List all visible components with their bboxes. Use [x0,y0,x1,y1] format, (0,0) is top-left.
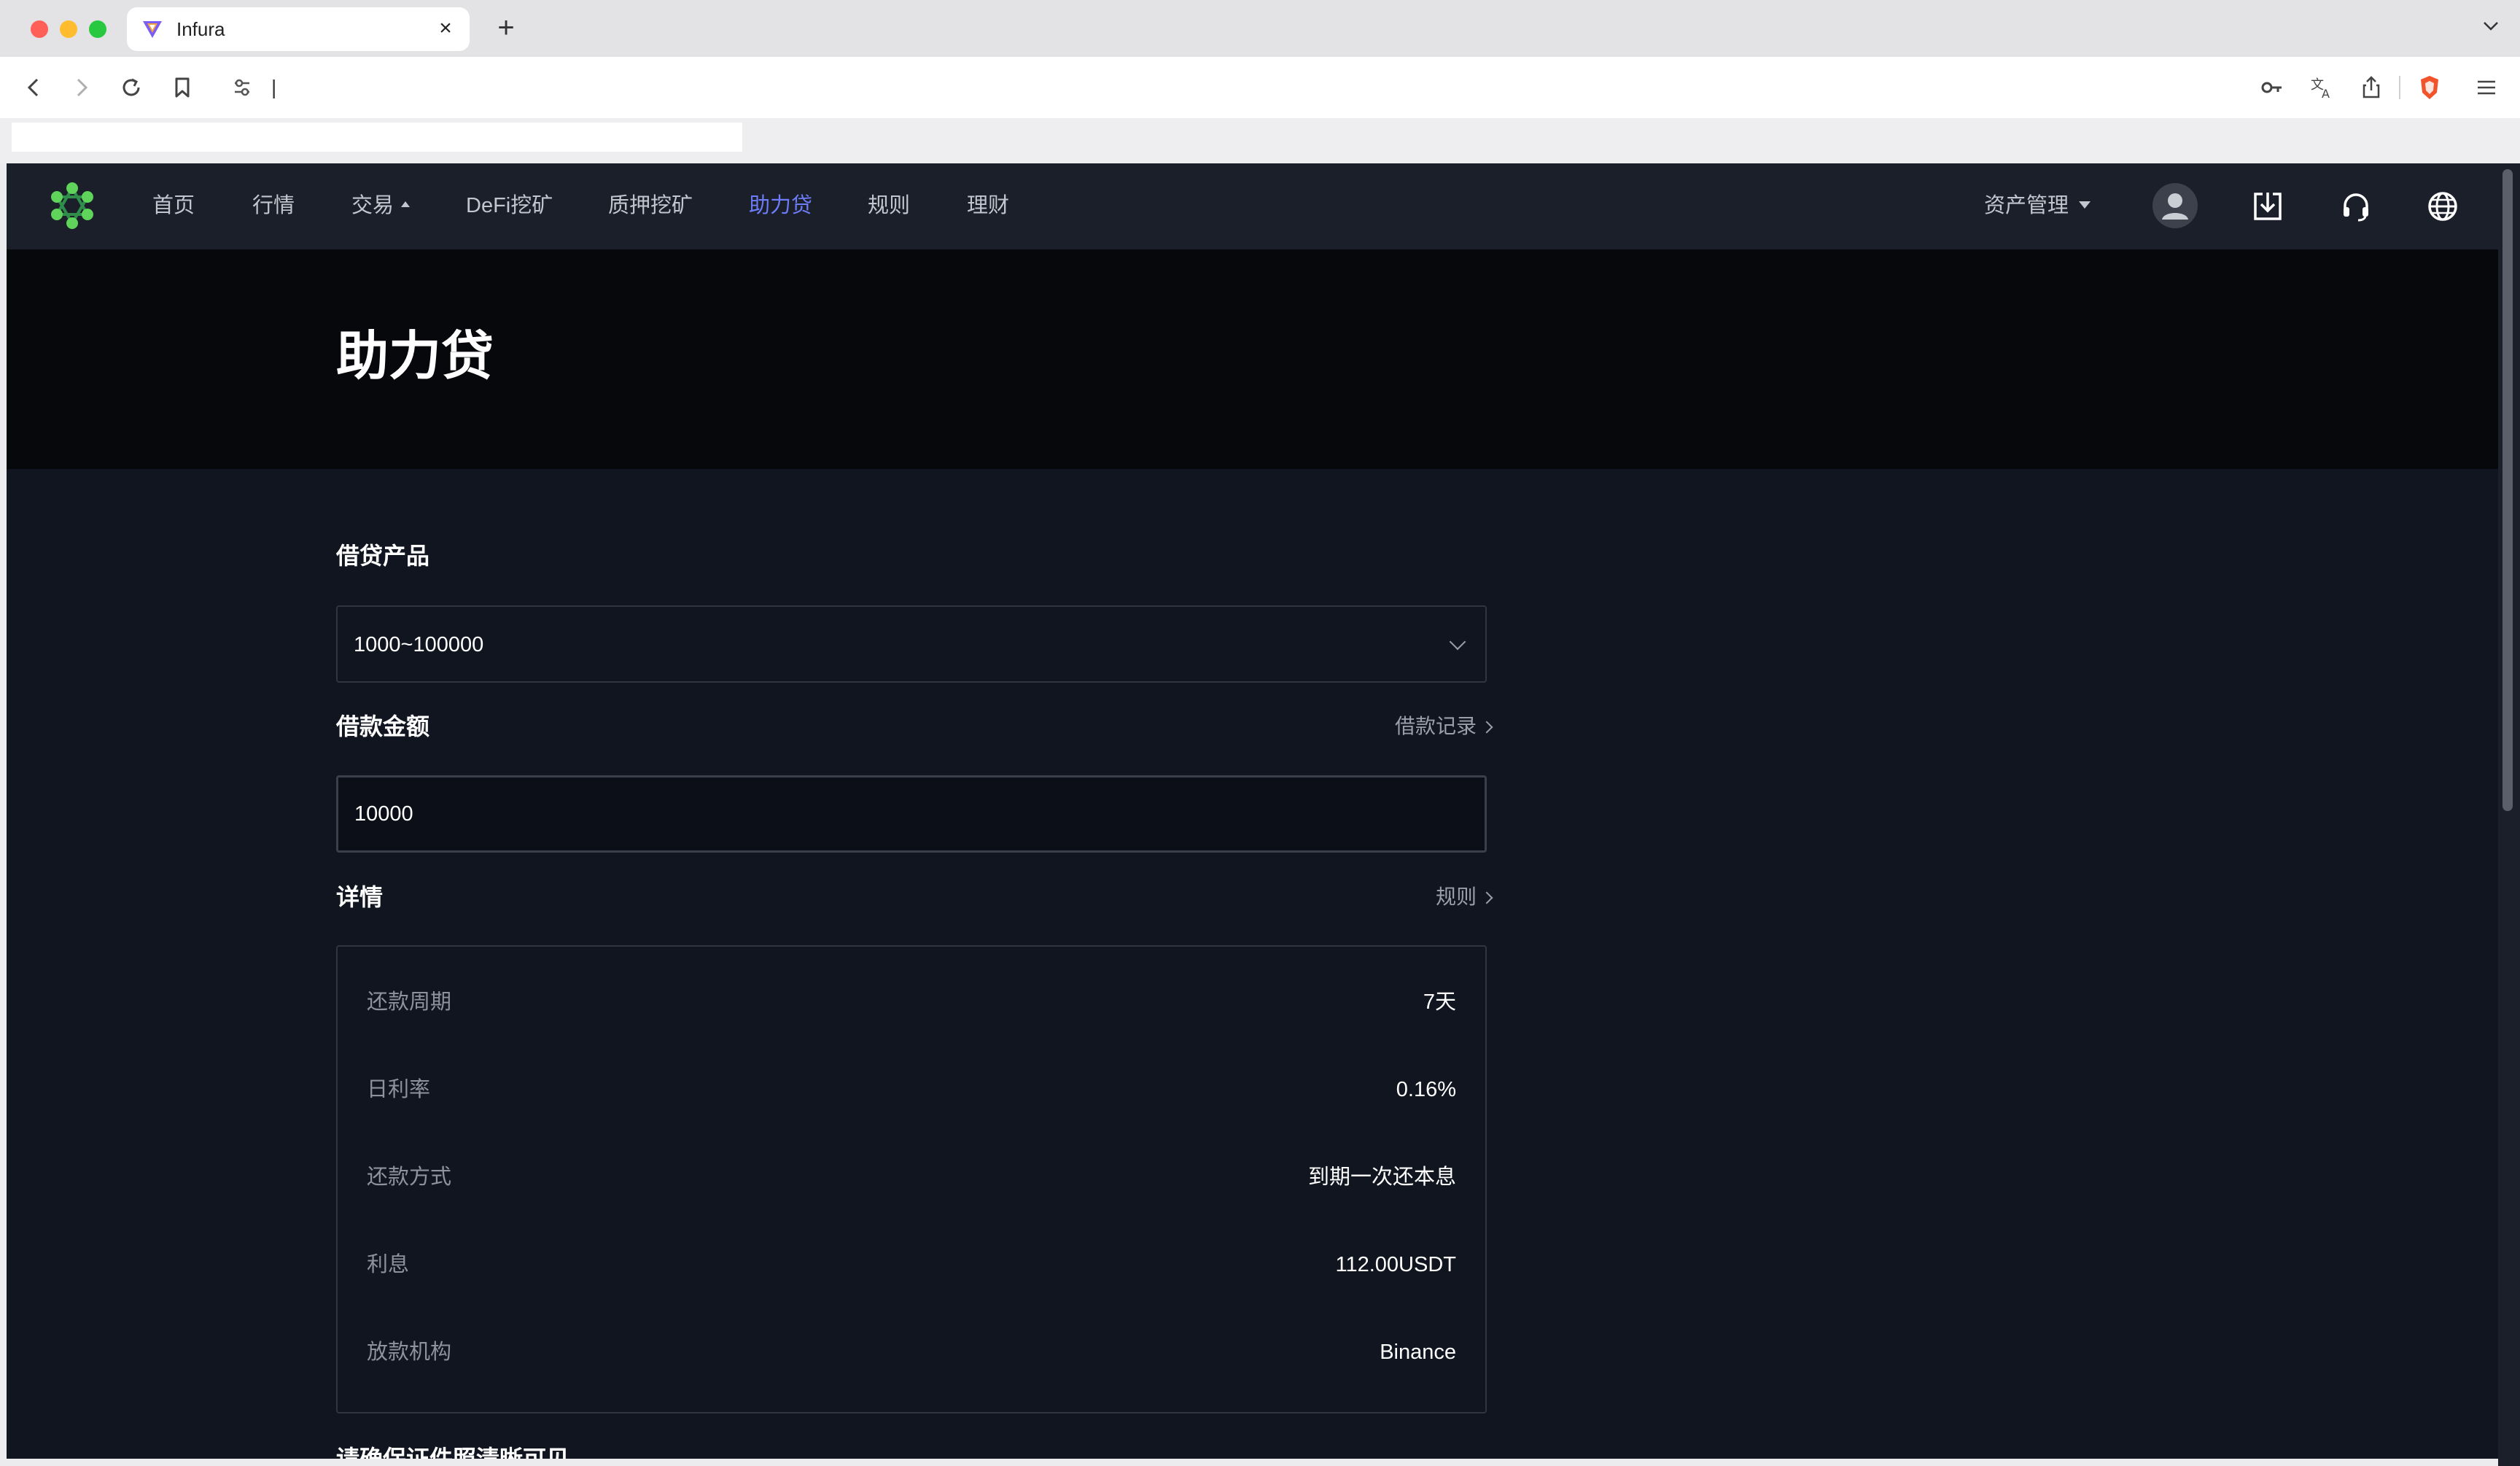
chevron-down-icon[interactable] [2478,13,2504,39]
loan-product-value: 1000~100000 [354,633,484,656]
detail-row-lender: 放款机构 Binance [367,1338,1456,1367]
chevron-down-icon [1449,633,1466,651]
page-title: 助力贷 [336,327,494,386]
url-text: | [271,76,277,98]
rules-link[interactable]: 规则 [1435,884,1493,910]
caret-down-icon [2079,201,2091,209]
detail-row-daily-rate: 日利率 0.16% [367,1075,1456,1104]
key-icon[interactable] [2258,73,2287,102]
nav-item-trade[interactable]: 交易 [351,193,411,219]
globe-language-icon[interactable] [2426,190,2459,223]
reload-icon[interactable] [117,73,146,102]
loan-details-panel: 还款周期 7天 日利率 0.16% 还款方式 到期一次还本息 利息 112.00… [336,945,1487,1413]
tab-title: Infura [176,18,225,40]
scrollbar-thumb[interactable] [2502,169,2513,811]
hamburger-menu-icon[interactable] [2472,73,2501,102]
page-scrollbar[interactable] [2498,163,2520,1466]
browser-toolbar: | 文 A [0,57,2520,118]
detail-value: 7天 [1423,990,1456,1014]
bookmark-icon[interactable] [168,73,197,102]
minimize-window-button[interactable] [60,20,77,38]
user-avatar[interactable] [2152,183,2198,228]
nav-item-market[interactable]: 行情 [252,193,295,219]
rules-link-label: 规则 [1435,885,1477,908]
nav-item-defi-mining[interactable]: DeFi挖矿 [466,193,553,219]
infura-favicon-icon [143,21,162,38]
chevron-right-icon [1480,721,1493,734]
asset-management-label: 资产管理 [1984,194,2069,217]
detail-row-repayment-period: 还款周期 7天 [367,988,1456,1017]
web-page: 首页 行情 交易 DeFi挖矿 质押挖矿 助力贷 规则 理财 资产管理 助力贷 … [7,163,2508,1459]
nav-item-assist-loan[interactable]: 助力贷 [749,193,812,219]
detail-label: 还款方式 [367,1166,452,1189]
detail-label: 日利率 [367,1078,431,1101]
close-window-button[interactable] [31,20,48,38]
bookmarks-bar [0,118,2520,163]
caret-up-icon [401,201,411,208]
loan-amount-label: 借款金额 [336,713,430,740]
loan-product-label: 借贷产品 [336,543,430,569]
back-arrow-icon[interactable] [19,73,48,102]
details-label: 详情 [336,884,384,910]
detail-value: Binance [1380,1341,1456,1364]
browser-tab-bar: Infura × + [0,0,2520,57]
site-settings-icon[interactable] [229,74,255,101]
brave-shield-icon[interactable] [2415,73,2444,102]
share-icon[interactable] [2357,73,2386,102]
download-icon[interactable] [2251,190,2284,223]
translate-icon[interactable]: 文 A [2307,73,2336,102]
detail-row-interest: 利息 112.00USDT [367,1250,1456,1279]
svg-text:A: A [2322,87,2330,101]
headset-support-icon[interactable] [2339,190,2373,223]
bookmark-strip [12,123,742,152]
detail-value: 到期一次还本息 [1307,1166,1456,1189]
detail-label: 利息 [367,1253,410,1276]
nav-item-finance[interactable]: 理财 [967,193,1009,219]
loan-product-select[interactable]: 1000~100000 [336,605,1487,683]
address-bar[interactable]: | [216,64,656,111]
detail-label: 还款周期 [367,990,452,1014]
id-photo-section-label: 请确保证件照清晰可见 [336,1446,570,1459]
loan-amount-input[interactable] [336,775,1487,853]
toolbar-divider [2399,76,2400,99]
asset-management-dropdown[interactable]: 资产管理 [1984,193,2091,219]
new-tab-button[interactable]: + [490,12,522,44]
loan-records-link[interactable]: 借款记录 [1394,713,1493,740]
detail-row-repayment-method: 还款方式 到期一次还本息 [367,1163,1456,1192]
browser-tab-active[interactable]: Infura × [127,7,470,51]
chevron-right-icon [1480,891,1493,904]
detail-label: 放款机构 [367,1341,452,1364]
site-logo-icon[interactable] [47,181,97,230]
detail-value: 0.16% [1396,1078,1456,1101]
detail-value: 112.00USDT [1335,1253,1457,1276]
nav-item-staking-mining[interactable]: 质押挖矿 [608,193,693,219]
nav-item-home[interactable]: 首页 [152,193,195,219]
user-icon [2162,193,2188,220]
nav-item-rules[interactable]: 规则 [868,193,910,219]
site-navbar: 首页 行情 交易 DeFi挖矿 质押挖矿 助力贷 规则 理财 资产管理 [7,163,2508,249]
maximize-window-button[interactable] [89,20,106,38]
loan-records-label: 借款记录 [1394,715,1477,737]
tab-close-icon[interactable]: × [433,16,458,41]
page-hero: 助力贷 [7,249,2508,469]
forward-arrow-icon[interactable] [67,73,96,102]
nav-item-trade-label: 交易 [351,194,394,217]
